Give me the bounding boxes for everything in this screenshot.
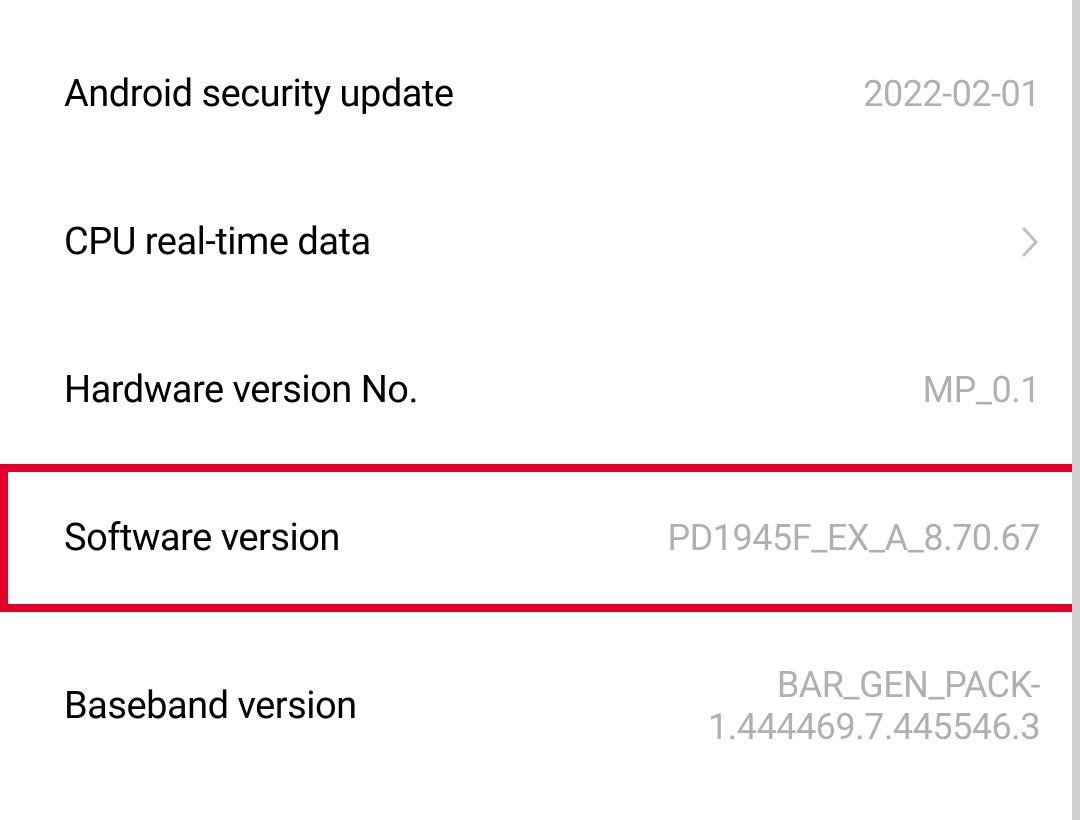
row-label: Baseband version	[64, 684, 357, 728]
row-label: Hardware version No.	[64, 368, 418, 412]
row-software-version[interactable]: Software version PD1945F_EX_A_8.70.67	[0, 464, 1080, 612]
row-value: 2022-02-01	[863, 73, 1040, 115]
row-hardware-version-no[interactable]: Hardware version No. MP_0.1	[0, 316, 1080, 464]
row-android-security-update[interactable]: Android security update 2022-02-01	[0, 20, 1080, 168]
row-right	[1020, 224, 1040, 260]
row-label: Android security update	[64, 72, 454, 116]
row-value: MP_0.1	[923, 369, 1040, 411]
row-value: PD1945F_EX_A_8.70.67	[667, 517, 1040, 559]
row-baseband-version[interactable]: Baseband version BAR_GEN_PACK-1.444469.7…	[0, 612, 1080, 800]
scrollbar[interactable]	[1072, 0, 1080, 820]
chevron-right-icon	[1020, 224, 1040, 260]
row-label: Software version	[64, 516, 340, 560]
row-cpu-realtime-data[interactable]: CPU real-time data	[0, 168, 1080, 316]
settings-container: Android security update 2022-02-01 CPU r…	[0, 0, 1080, 820]
settings-list: Android security update 2022-02-01 CPU r…	[0, 0, 1080, 800]
row-value: BAR_GEN_PACK-1.444469.7.445546.3	[460, 664, 1040, 748]
row-label: CPU real-time data	[64, 220, 371, 264]
